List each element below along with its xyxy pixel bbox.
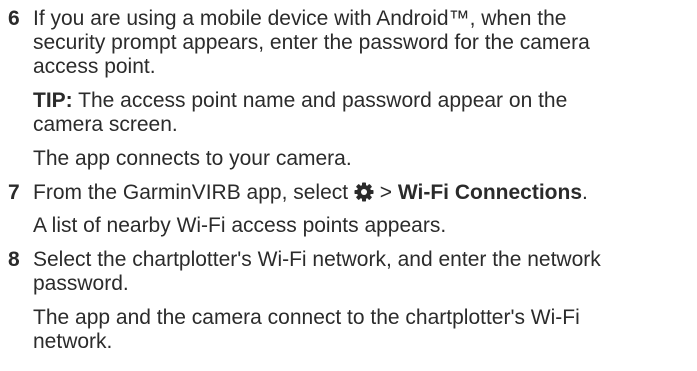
tip-text-line: The access point name and password appea… xyxy=(72,89,568,112)
step-number: 7 xyxy=(8,181,20,204)
instruction-document: 6 If you are using a mobile device with … xyxy=(0,0,697,354)
step-7: 7 From the GarminVIRB app, select > Wi-F… xyxy=(0,181,697,238)
step-number: 6 xyxy=(8,7,20,30)
tip-text: TIP: The access point name and password … xyxy=(33,89,697,113)
step-result-line: The app and the camera connect to the ch… xyxy=(33,306,580,329)
step-text: From the GarminVIRB app, select xyxy=(33,181,354,204)
step-text-line: security prompt appears, enter the passw… xyxy=(33,31,590,54)
step-text-line: access point. xyxy=(33,55,156,78)
step-number: 8 xyxy=(8,248,20,271)
tip-text-line: camera screen. xyxy=(33,113,178,136)
step-8: 8 Select the chartplotter's Wi-Fi networ… xyxy=(0,248,697,354)
step-text-line: Select the chartplotter's Wi-Fi network,… xyxy=(33,248,601,271)
step-result: The app connects to your camera. xyxy=(33,147,352,170)
tip-label: TIP: xyxy=(33,89,73,112)
step-text-line: If you are using a mobile device with An… xyxy=(33,7,567,30)
step-6: 6 If you are using a mobile device with … xyxy=(0,7,697,171)
menu-separator: > xyxy=(373,181,398,204)
step-text-end: . xyxy=(582,181,588,204)
step-result-line: network. xyxy=(33,330,113,353)
step-result: A list of nearby Wi-Fi access points app… xyxy=(33,214,447,237)
step-text-line: password. xyxy=(33,272,129,295)
menu-target: Wi-Fi Connections xyxy=(397,181,583,204)
gear-icon xyxy=(354,182,374,202)
step-text-line: From the GarminVIRB app, select > Wi-Fi … xyxy=(33,181,697,205)
